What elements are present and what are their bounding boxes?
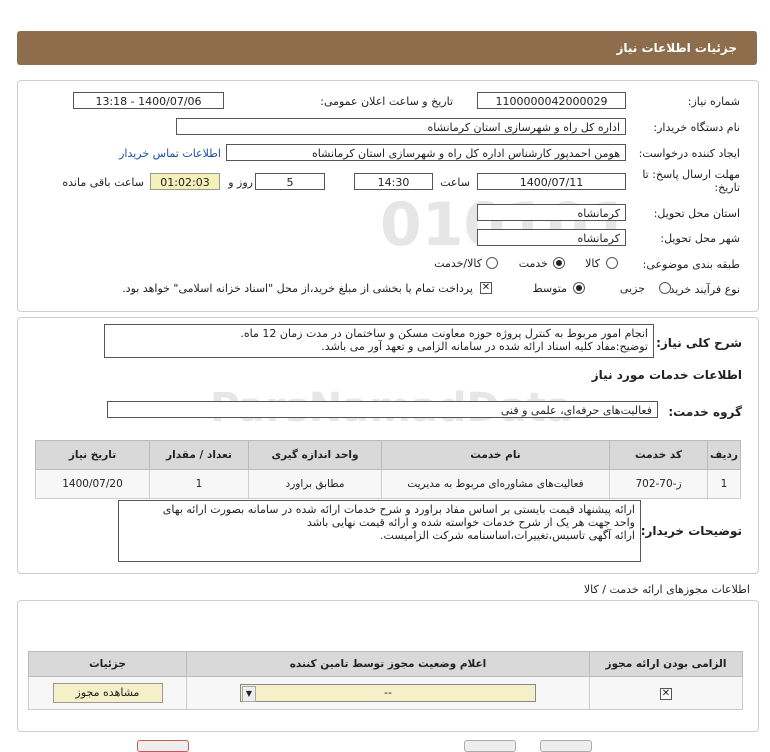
treasury-payment-checkbox[interactable]: ✕ xyxy=(480,282,492,294)
city-label: شهر محل تحویل: xyxy=(660,232,740,245)
bottom-action-button[interactable] xyxy=(540,740,592,752)
deadline-label: مهلت ارسال پاسخ: تا xyxy=(642,168,740,181)
remaining-label: ساعت باقی مانده xyxy=(62,176,144,189)
summary-line-2: توضیح:مفاد کلیه اسناد ارائه شده در سامان… xyxy=(321,340,648,353)
buyer-notes-label: توضیحات خریدار: xyxy=(640,524,742,538)
remaining-time-field: 01:02:03 xyxy=(150,173,220,190)
announce-date-label: تاریخ و ساعت اعلان عمومی: xyxy=(320,95,453,108)
bottom-action-button[interactable] xyxy=(137,740,189,752)
category-label: طبقه بندی موضوعی: xyxy=(642,258,740,271)
col-status: اعلام وضعیت مجوز توسط تامین کننده xyxy=(186,651,590,677)
province-label: استان محل تحویل: xyxy=(653,207,740,220)
page-header: جزئیات اطلاعات نیاز xyxy=(17,31,757,65)
buyer-contact-link[interactable]: اطلاعات تماس خریدار xyxy=(119,147,221,160)
buyer-notes-text: ارائه پیشنهاد قیمت بایستی بر اساس مفاد ب… xyxy=(118,500,641,562)
need-number-label: شماره نیاز: xyxy=(687,95,740,108)
process-minor-radio[interactable] xyxy=(659,282,671,294)
deadline-time-field[interactable]: 14:30 xyxy=(354,173,433,190)
process-medium-label: متوسط xyxy=(532,282,567,295)
buyer-org-label: نام دستگاه خریدار: xyxy=(653,121,740,134)
treasury-payment-note: پرداخت تمام یا بخشی از مبلغ خرید،از محل … xyxy=(122,282,473,295)
licenses-table: الزامی بودن ارائه مجوز اعلام وضعیت مجوز … xyxy=(28,651,743,710)
category-service-label: خدمت xyxy=(518,257,548,270)
col-required: الزامی بودن ارائه مجوز xyxy=(589,651,743,677)
buyer-org-field[interactable]: اداره کل راه و شهرسازی استان کرمانشاه xyxy=(176,118,626,135)
page-title: جزئیات اطلاعات نیاز xyxy=(616,41,737,55)
city-field[interactable]: کرمانشاه xyxy=(477,229,626,246)
province-field[interactable]: کرمانشاه xyxy=(477,204,626,221)
deadline-time-label: ساعت xyxy=(440,176,470,189)
col-date: تاریخ نیاز xyxy=(35,440,150,470)
creator-field[interactable]: هومن احمدپور کارشناس اداره کل راه و شهرس… xyxy=(226,144,626,161)
view-license-button[interactable]: مشاهده مجوز xyxy=(52,683,163,703)
need-number-field[interactable]: 1100000042000029 xyxy=(477,92,626,109)
cell-qty: 1 xyxy=(149,469,249,499)
category-goods-service-label: کالا/خدمت xyxy=(434,257,482,270)
buyer-notes-line-2: واحد جهت هر یک از شرح خدمات خواسته شده و… xyxy=(306,516,635,529)
buyer-notes-line-3: ارائه آگهی تاسیس،تغییرات،اساسنامه شرکت ا… xyxy=(380,529,635,542)
license-status-value: -- xyxy=(384,686,392,699)
summary-line-1: انجام امور مربوط به کنترل پروژه حوزه معا… xyxy=(240,327,648,340)
category-goods-label: کالا xyxy=(585,257,600,270)
deadline-label-date: تاریخ: xyxy=(714,181,740,194)
creator-label: ایجاد کننده درخواست: xyxy=(638,147,740,160)
col-details: جزئیات xyxy=(28,651,187,677)
process-label: نوع فرآیند خرید : xyxy=(662,283,740,296)
summary-text: انجام امور مربوط به کنترل پروژه حوزه معا… xyxy=(104,324,654,358)
table-row[interactable]: 1 ز-70-702 فعالیت‌های مشاوره‌ای مربوط به… xyxy=(35,469,741,499)
announce-date-field[interactable]: 1400/07/06 - 13:18 xyxy=(73,92,224,109)
licenses-section-title: اطلاعات مجوزهای ارائه خدمت / کالا xyxy=(583,583,750,596)
category-goods-radio[interactable] xyxy=(606,257,618,269)
service-group-label: گروه خدمت: xyxy=(668,405,742,419)
cell-code: ز-70-702 xyxy=(609,469,708,499)
table-row: ✕ -- ▼ مشاهده مجوز xyxy=(28,676,743,710)
process-minor-label: جزیی xyxy=(619,282,645,295)
remaining-days-field[interactable]: 5 xyxy=(255,173,325,190)
cell-name: فعالیت‌های مشاوره‌ای مربوط به مدیریت xyxy=(381,469,610,499)
cell-unit: مطابق براورد xyxy=(248,469,382,499)
services-section-title: اطلاعات خدمات مورد نیاز xyxy=(591,368,742,382)
cell-date: 1400/07/20 xyxy=(35,469,150,499)
col-row: ردیف xyxy=(707,440,741,470)
col-name: نام خدمت xyxy=(381,440,610,470)
process-medium-radio[interactable] xyxy=(573,282,585,294)
days-label: روز و xyxy=(228,176,253,189)
services-table: ردیف کد خدمت نام خدمت واحد اندازه گیری ت… xyxy=(35,440,741,499)
deadline-date-field[interactable]: 1400/07/11 xyxy=(477,173,626,190)
cell-row: 1 xyxy=(707,469,741,499)
category-goods-service-radio[interactable] xyxy=(486,257,498,269)
bottom-action-button[interactable] xyxy=(464,740,516,752)
category-service-radio[interactable] xyxy=(553,257,565,269)
license-status-select[interactable]: -- ▼ xyxy=(240,684,536,702)
license-required-checkbox[interactable]: ✕ xyxy=(660,687,672,700)
col-qty: تعداد / مقدار xyxy=(149,440,249,470)
need-info-panel xyxy=(17,80,759,312)
summary-label: شرح کلی نیاز: xyxy=(656,336,742,350)
service-group-field[interactable]: فعالیت‌های حرفه‌ای، علمی و فنی xyxy=(107,401,658,418)
col-code: کد خدمت xyxy=(609,440,708,470)
col-unit: واحد اندازه گیری xyxy=(248,440,382,470)
buyer-notes-line-1: ارائه پیشنهاد قیمت بایستی بر اساس مفاد ب… xyxy=(162,503,635,516)
chevron-down-icon[interactable]: ▼ xyxy=(242,686,256,702)
